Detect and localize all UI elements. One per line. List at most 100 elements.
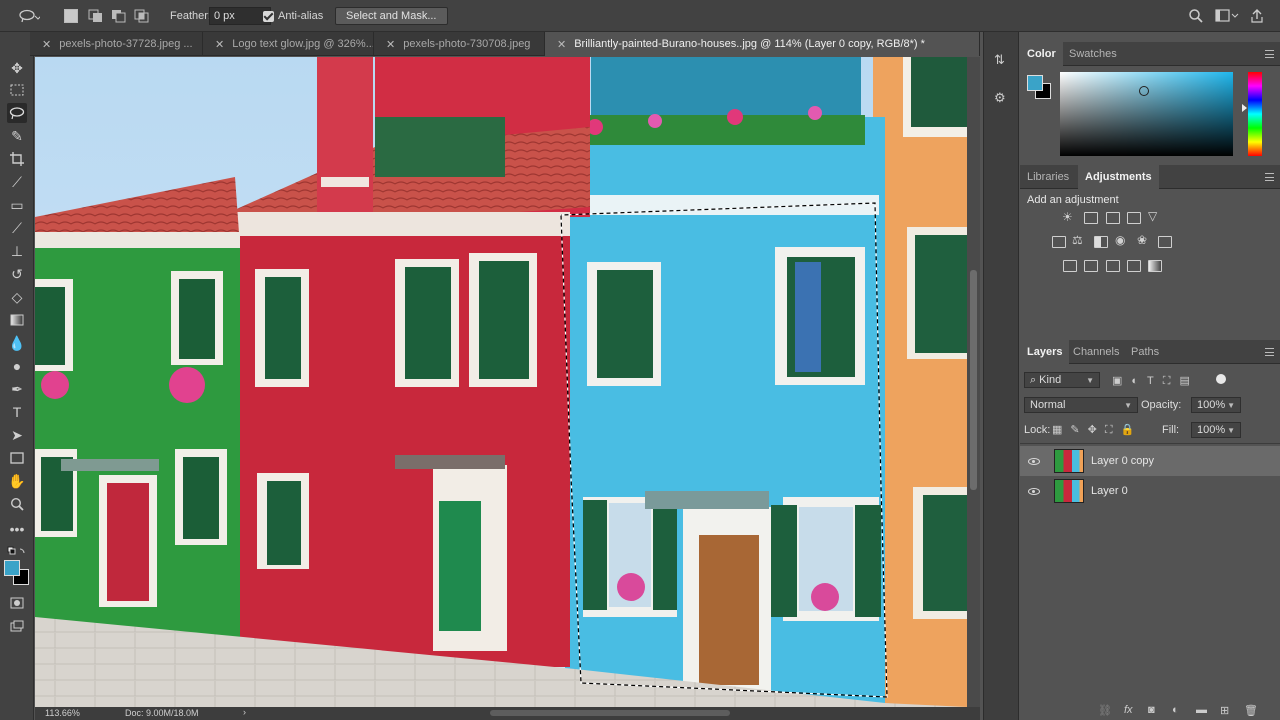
hue-marker-icon[interactable] <box>1242 104 1247 112</box>
layer-kind-filter[interactable]: ⌕ Kind ▼ <box>1024 372 1100 388</box>
workspace-icon[interactable] <box>1215 0 1239 32</box>
exposure-icon[interactable] <box>1127 212 1141 224</box>
pen-tool-icon[interactable]: ✒ <box>7 379 27 399</box>
close-icon[interactable]: ✕ <box>386 38 395 51</box>
gradient-map-icon[interactable] <box>1148 260 1162 272</box>
black-white-icon[interactable] <box>1094 236 1108 248</box>
tab-paths[interactable]: Paths <box>1124 340 1166 364</box>
layer-name[interactable]: Layer 0 copy <box>1091 455 1154 467</box>
selective-color-icon[interactable] <box>1127 260 1141 272</box>
vibrance-icon[interactable]: ▽ <box>1148 209 1157 223</box>
posterize-icon[interactable] <box>1084 260 1098 272</box>
close-icon[interactable]: ✕ <box>215 38 224 51</box>
panel-menu-icon[interactable] <box>1265 50 1274 58</box>
rectangle-tool-icon[interactable] <box>7 448 27 468</box>
foreground-color-chip[interactable] <box>1027 75 1043 91</box>
panel-menu-icon[interactable] <box>1265 348 1274 356</box>
layer-row[interactable]: Layer 0 copy <box>1020 446 1280 476</box>
tab-layers[interactable]: Layers <box>1020 340 1070 364</box>
opacity-input[interactable]: 100% ▼ <box>1191 397 1241 413</box>
threshold-icon[interactable] <box>1106 260 1120 272</box>
close-icon[interactable]: ✕ <box>42 38 51 51</box>
invert-icon[interactable] <box>1063 260 1077 272</box>
eyedropper-tool-icon[interactable]: ⟋ <box>7 172 27 192</box>
quick-mask-icon[interactable] <box>7 593 27 613</box>
curves-icon[interactable] <box>1106 212 1120 224</box>
dodge-tool-icon[interactable]: ● <box>7 356 27 376</box>
gradient-tool-icon[interactable] <box>7 310 27 330</box>
new-selection-button[interactable] <box>64 0 78 32</box>
color-balance-icon[interactable]: ⚖ <box>1072 233 1083 247</box>
intersect-selection-button[interactable] <box>134 0 150 32</box>
history-icon[interactable]: ⇅ <box>994 52 1005 68</box>
move-tool-icon[interactable]: ✥ <box>7 58 27 78</box>
screen-mode-icon[interactable] <box>7 616 27 636</box>
link-layers-icon[interactable]: ⛓ <box>1098 704 1112 717</box>
type-tool-icon[interactable]: T <box>7 402 27 422</box>
color-field[interactable] <box>1060 72 1233 156</box>
visibility-eye-icon[interactable] <box>1028 457 1040 465</box>
document-canvas[interactable] <box>35 57 967 707</box>
tab-document-active[interactable]: ✕ Brilliantly-painted-Burano-houses..jpg … <box>545 32 980 56</box>
hue-slider[interactable] <box>1248 72 1262 156</box>
zoom-tool-icon[interactable] <box>7 494 27 514</box>
fx-icon[interactable]: fx <box>1124 704 1133 716</box>
lock-options-icons[interactable]: ▦✎✥⛶🔒 <box>1052 423 1142 437</box>
photo-filter-icon[interactable]: ◉ <box>1115 233 1125 247</box>
tab-channels[interactable]: Channels <box>1066 340 1126 364</box>
horizontal-scrollbar-thumb[interactable] <box>490 710 730 716</box>
crop-tool-icon[interactable] <box>7 149 27 169</box>
share-icon[interactable] <box>1250 0 1264 32</box>
blur-tool-icon[interactable]: 💧 <box>7 333 27 353</box>
filter-type-icons[interactable]: ▣◐T⛶▤ <box>1112 374 1199 388</box>
close-icon[interactable]: ✕ <box>557 38 566 51</box>
clone-stamp-tool-icon[interactable]: ⊥ <box>7 241 27 261</box>
feather-input[interactable] <box>209 7 271 25</box>
tab-adjustments[interactable]: Adjustments <box>1078 165 1159 189</box>
tab-document[interactable]: ✕ pexels-photo-730708.jpeg <box>374 32 545 56</box>
channel-mixer-icon[interactable]: ❀ <box>1137 233 1147 247</box>
new-group-icon[interactable]: ▬ <box>1196 704 1207 716</box>
more-tools-icon[interactable]: ••• <box>7 519 27 539</box>
layer-name[interactable]: Layer 0 <box>1091 485 1128 497</box>
lasso-tool-icon[interactable] <box>7 103 27 123</box>
tab-swatches[interactable]: Swatches <box>1062 42 1124 66</box>
brush-tool-icon[interactable]: ⟋ <box>7 218 27 238</box>
blend-mode-select[interactable]: Normal ▼ <box>1024 397 1138 413</box>
trash-icon[interactable]: 🗑 <box>1244 704 1258 717</box>
quick-selection-tool-icon[interactable]: ✎ <box>7 126 27 146</box>
scrollbar-thumb[interactable] <box>970 270 977 490</box>
foreground-color-swatch[interactable] <box>4 560 20 576</box>
chevron-right-icon[interactable]: › <box>243 707 246 717</box>
zoom-level[interactable]: 113.66% <box>45 708 80 718</box>
tab-libraries[interactable]: Libraries <box>1020 165 1076 189</box>
lasso-tool-preset-icon[interactable] <box>18 0 40 32</box>
tab-document[interactable]: ✕ Logo text glow.jpg @ 326%... <box>203 32 374 56</box>
visibility-eye-icon[interactable] <box>1028 487 1040 495</box>
properties-icon[interactable]: ⚙ <box>994 90 1006 106</box>
levels-icon[interactable] <box>1084 212 1098 224</box>
add-to-selection-button[interactable] <box>88 0 104 32</box>
hand-tool-icon[interactable]: ✋ <box>7 471 27 491</box>
tab-color[interactable]: Color <box>1020 42 1063 66</box>
color-lookup-icon[interactable] <box>1158 236 1172 248</box>
layer-row[interactable]: Layer 0 <box>1020 476 1280 506</box>
filter-toggle[interactable] <box>1216 374 1226 384</box>
eraser-tool-icon[interactable]: ◇ <box>7 287 27 307</box>
new-layer-icon[interactable]: ⊞ <box>1220 704 1229 717</box>
panel-menu-icon[interactable] <box>1265 173 1274 181</box>
path-selection-tool-icon[interactable]: ➤ <box>7 425 27 445</box>
history-brush-tool-icon[interactable]: ↺ <box>7 264 27 284</box>
healing-brush-tool-icon[interactable]: ▭ <box>7 195 27 215</box>
tab-document[interactable]: ✕ pexels-photo-37728.jpeg ... <box>30 32 203 56</box>
fill-input[interactable]: 100% ▼ <box>1191 422 1241 438</box>
hue-saturation-icon[interactable] <box>1052 236 1066 248</box>
search-icon[interactable] <box>1188 0 1204 32</box>
antialias-checkbox[interactable]: Anti-alias <box>263 0 323 32</box>
default-colors-icon[interactable] <box>7 542 27 562</box>
add-mask-icon[interactable]: ◙ <box>1148 704 1155 716</box>
marquee-tool-icon[interactable] <box>7 80 27 100</box>
select-and-mask-button[interactable]: Select and Mask... <box>335 7 448 25</box>
brightness-icon[interactable]: ☀ <box>1062 210 1073 224</box>
new-adjustment-layer-icon[interactable]: ◐ <box>1172 704 1179 716</box>
